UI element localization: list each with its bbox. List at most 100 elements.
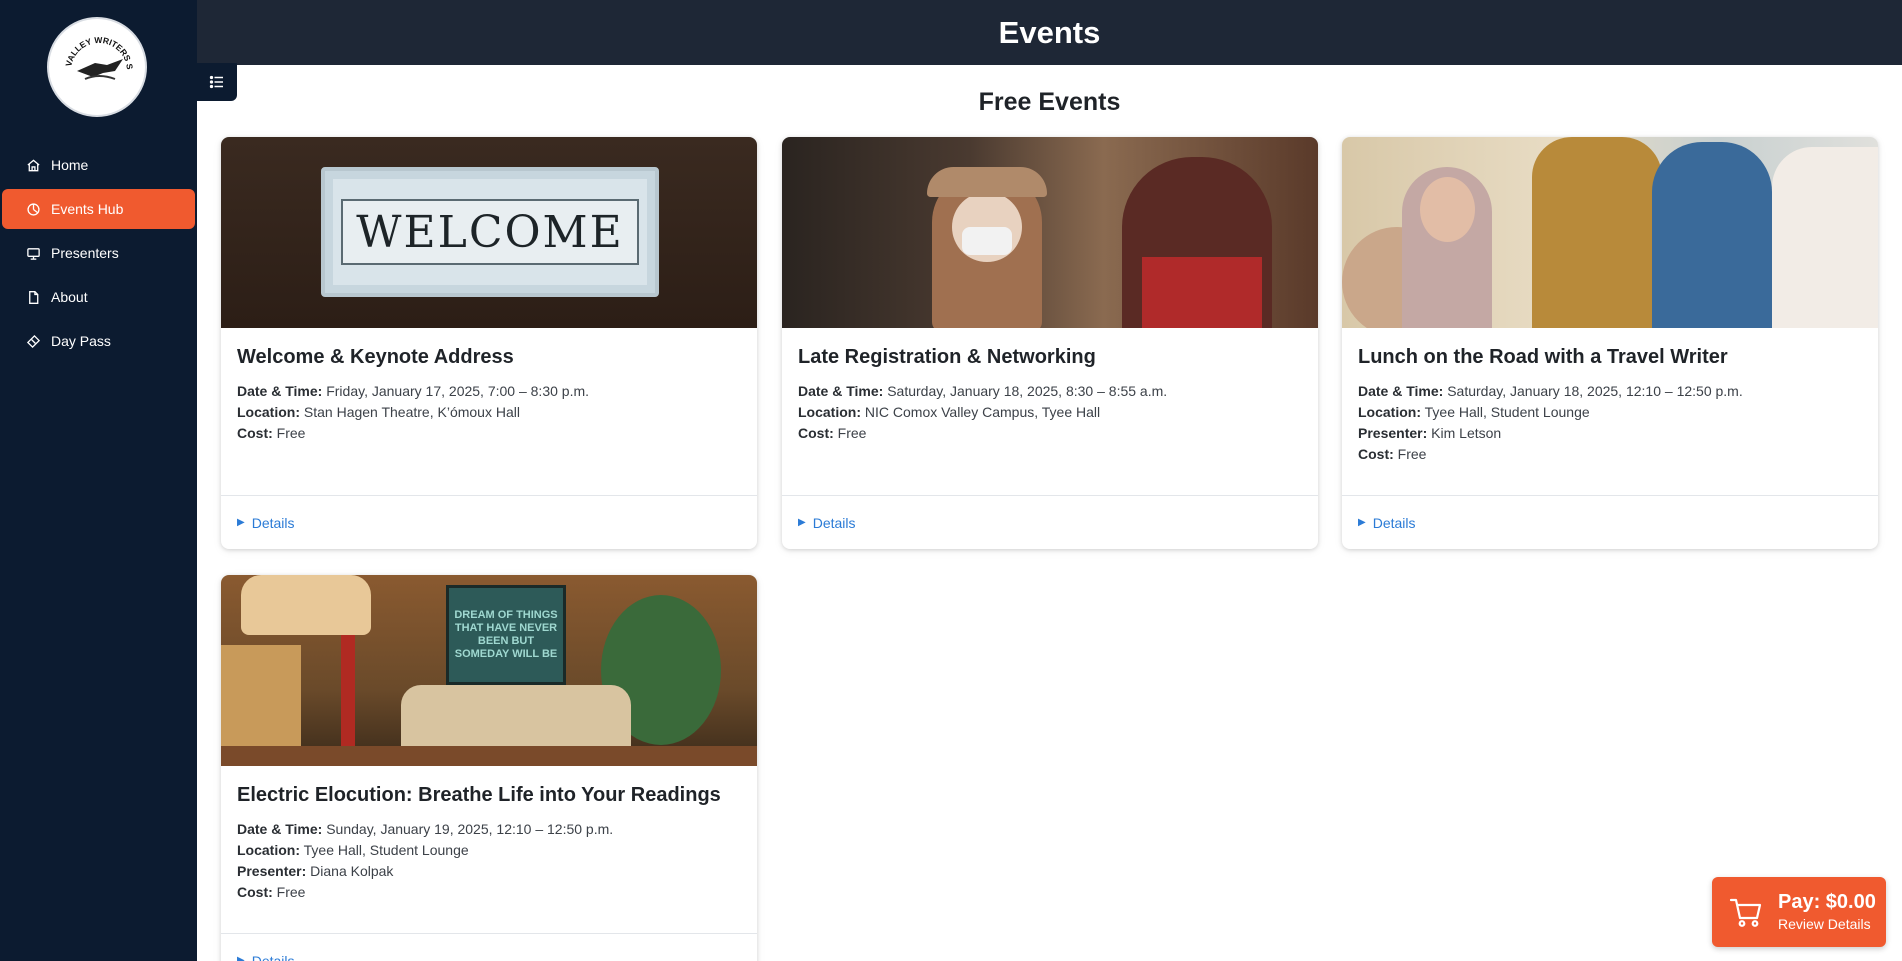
location-label: Location: (798, 404, 861, 420)
datetime-label: Date & Time: (1358, 383, 1444, 399)
cost-value: Free (837, 425, 867, 441)
event-cost: Cost: Free (798, 423, 1302, 444)
presenter-value: Diana Kolpak (310, 863, 394, 879)
document-icon (25, 289, 41, 305)
sidebar: COMOX VALLEY WRITERS SOCIETY Home Events… (0, 0, 197, 961)
presenter-label: Presenter: (1358, 425, 1428, 441)
event-datetime: Date & Time: Saturday, January 18, 2025,… (798, 381, 1302, 402)
event-title: Welcome & Keynote Address (237, 346, 514, 368)
event-card: Late Registration & Networking Date & Ti… (782, 137, 1318, 549)
datetime-label: Date & Time: (798, 383, 884, 399)
event-title: Electric Elocution: Breathe Life into Yo… (237, 784, 721, 806)
event-card: DREAM OF THINGS THAT HAVE NEVER BEEN BUT… (221, 575, 757, 961)
sidebar-item-label: Home (51, 157, 89, 173)
sidebar-item-events-hub[interactable]: Events Hub (2, 189, 195, 229)
logo-top-text: COMOX VALLEY WRITERS SOCIETY (49, 19, 135, 70)
sidebar-item-label: Events Hub (51, 201, 124, 217)
cost-label: Cost: (798, 425, 834, 441)
cost-value: Free (1397, 446, 1427, 462)
society-logo-icon: COMOX VALLEY WRITERS SOCIETY (49, 19, 135, 80)
location-label: Location: (237, 404, 300, 420)
event-card: WELCOME Welcome & Keynote Address Date &… (221, 137, 757, 549)
event-card-body: Lunch on the Road with a Travel Writer D… (1342, 328, 1878, 496)
welcome-sign-text: WELCOME (356, 206, 624, 258)
page-title: Events (998, 14, 1101, 50)
presenter-screen-icon (25, 245, 41, 261)
sidebar-item-label: About (51, 289, 88, 305)
details-toggle[interactable]: ▶ Details (782, 496, 1318, 549)
location-value: NIC Comox Valley Campus, Tyee Hall (864, 404, 1101, 420)
cart-icon (1729, 898, 1762, 927)
presenter-label: Presenter: (237, 863, 307, 879)
location-value: Tyee Hall, Student Lounge (1424, 404, 1590, 420)
logo[interactable]: COMOX VALLEY WRITERS SOCIETY (47, 17, 147, 117)
presenter-value: Kim Letson (1431, 425, 1502, 441)
cost-value: Free (276, 425, 306, 441)
details-label: Details (1372, 514, 1416, 531)
location-value: Tyee Hall, Student Lounge (303, 842, 469, 858)
triangle-right-icon: ▶ (1358, 517, 1366, 528)
event-datetime: Date & Time: Friday, January 17, 2025, 7… (237, 381, 741, 402)
event-presenter: Presenter: Kim Letson (1358, 423, 1862, 444)
event-image-welcome: WELCOME (221, 137, 757, 328)
event-datetime: Date & Time: Saturday, January 18, 2025,… (1358, 381, 1862, 402)
details-label: Details (812, 514, 856, 531)
location-label: Location: (237, 842, 300, 858)
section-title: Free Events (978, 88, 1121, 116)
event-card-body: Late Registration & Networking Date & Ti… (782, 328, 1318, 496)
event-card: Lunch on the Road with a Travel Writer D… (1342, 137, 1878, 549)
pay-text: Pay: $0.00 Review Details (1778, 890, 1876, 934)
event-image-typewriter: DREAM OF THINGS THAT HAVE NEVER BEEN BUT… (221, 575, 757, 766)
datetime-label: Date & Time: (237, 821, 323, 837)
event-location: Location: Tyee Hall, Student Lounge (1358, 402, 1862, 423)
event-location: Location: NIC Comox Valley Campus, Tyee … (798, 402, 1302, 423)
event-card-body: Welcome & Keynote Address Date & Time: F… (221, 328, 757, 496)
cost-label: Cost: (237, 425, 273, 441)
events-hub-icon (25, 201, 41, 217)
triangle-right-icon: ▶ (798, 517, 806, 528)
datetime-value: Saturday, January 18, 2025, 12:10 – 12:5… (1447, 383, 1743, 399)
datetime-value: Sunday, January 19, 2025, 12:10 – 12:50 … (326, 821, 614, 837)
sidebar-item-label: Day Pass (51, 333, 111, 349)
svg-text:COMOX VALLEY WRITERS SOCIETY: COMOX VALLEY WRITERS SOCIETY (49, 19, 135, 70)
page-header: Events (197, 0, 1902, 65)
event-location: Location: Tyee Hall, Student Lounge (237, 840, 741, 861)
sidebar-item-day-pass[interactable]: Day Pass (2, 321, 195, 361)
datetime-label: Date & Time: (237, 383, 323, 399)
details-toggle[interactable]: ▶ Details (221, 496, 757, 549)
datetime-value: Friday, January 17, 2025, 7:00 – 8:30 p.… (326, 383, 590, 399)
event-presenter: Presenter: Diana Kolpak (237, 861, 741, 882)
sidebar-item-label: Presenters (51, 245, 119, 261)
sidebar-nav: Home Events Hub Presenters About Day Pas… (0, 141, 197, 365)
review-details-label: Review Details (1778, 916, 1871, 932)
event-image-lunch (1342, 137, 1878, 328)
ticket-icon (25, 333, 41, 349)
location-label: Location: (1358, 404, 1421, 420)
pay-button[interactable]: Pay: $0.00 Review Details (1712, 877, 1886, 947)
details-toggle[interactable]: ▶ Details (221, 934, 757, 961)
cost-label: Cost: (237, 884, 273, 900)
home-icon (25, 157, 41, 173)
details-toggle[interactable]: ▶ Details (1342, 496, 1878, 549)
event-datetime: Date & Time: Sunday, January 19, 2025, 1… (237, 819, 741, 840)
location-value: Stan Hagen Theatre, K’ómoux Hall (303, 404, 520, 420)
event-title: Lunch on the Road with a Travel Writer (1358, 346, 1728, 368)
event-cost: Cost: Free (237, 423, 741, 444)
event-title: Late Registration & Networking (798, 346, 1096, 368)
cost-label: Cost: (1358, 446, 1394, 462)
cost-value: Free (276, 884, 306, 900)
event-cost: Cost: Free (237, 882, 741, 903)
event-cost: Cost: Free (1358, 444, 1862, 465)
event-image-registration (782, 137, 1318, 328)
details-label: Details (251, 514, 295, 531)
triangle-right-icon: ▶ (237, 955, 245, 961)
poster-text: DREAM OF THINGS THAT HAVE NEVER BEEN BUT… (454, 609, 558, 660)
pay-amount: Pay: $0.00 (1778, 891, 1876, 913)
datetime-value: Saturday, January 18, 2025, 8:30 – 8:55 … (887, 383, 1168, 399)
event-location: Location: Stan Hagen Theatre, K’ómoux Ha… (237, 402, 741, 423)
sidebar-item-home[interactable]: Home (2, 145, 195, 185)
sidebar-item-presenters[interactable]: Presenters (2, 233, 195, 273)
details-label: Details (251, 952, 295, 961)
sidebar-item-about[interactable]: About (2, 277, 195, 317)
event-card-body: Electric Elocution: Breathe Life into Yo… (221, 766, 757, 934)
